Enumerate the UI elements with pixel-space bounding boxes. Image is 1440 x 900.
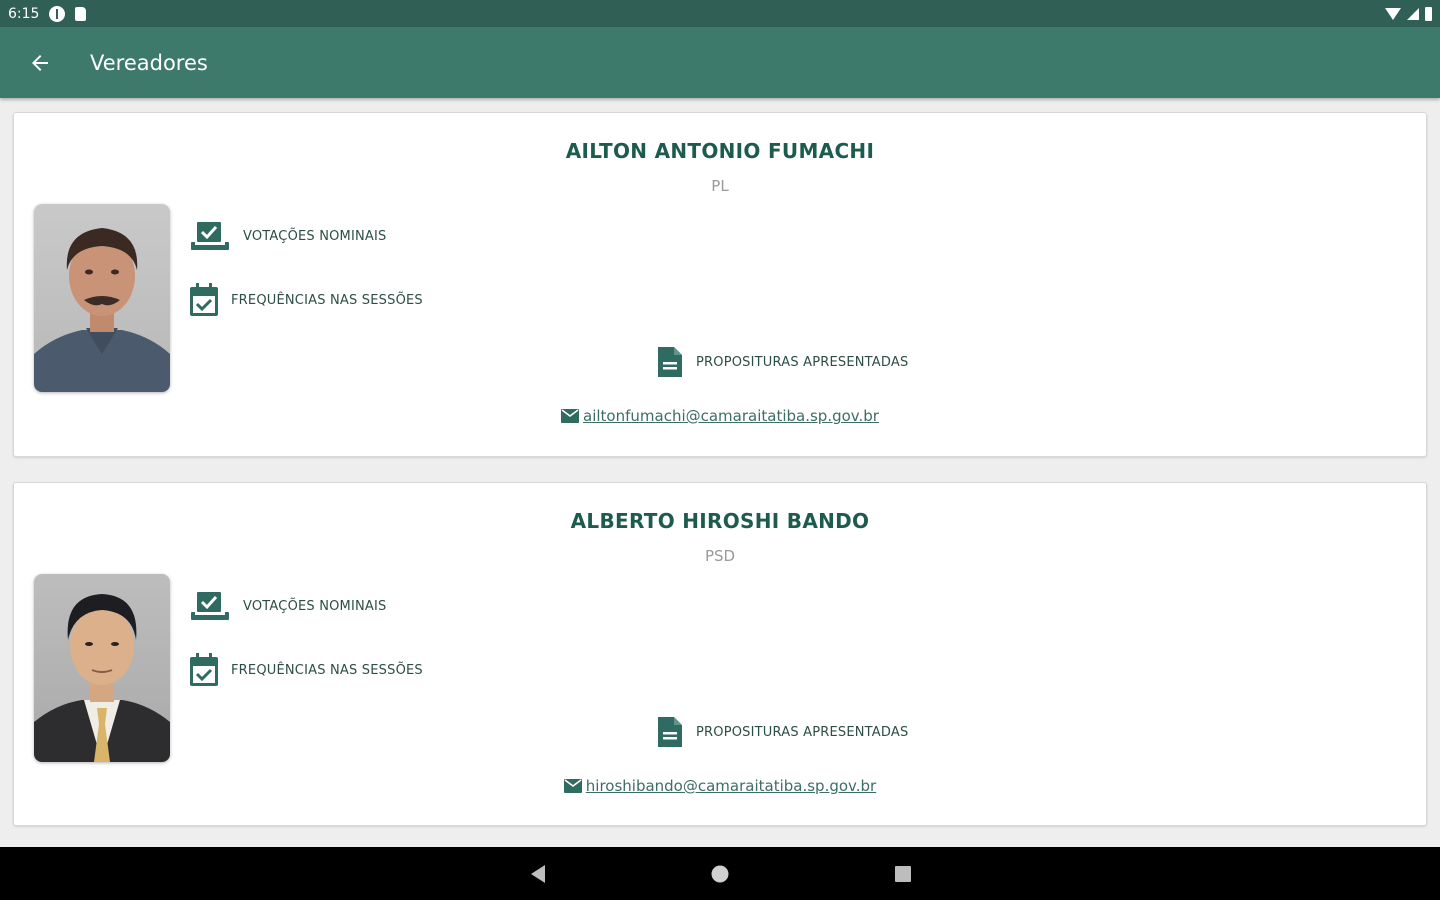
calendar-check-icon xyxy=(190,283,218,316)
councilor-photo xyxy=(34,204,170,392)
proposituras-button[interactable]: PROPOSITURAS APRESENTADAS xyxy=(656,715,908,749)
status-bar: 6:15 xyxy=(0,0,1440,27)
circle-home-icon xyxy=(711,865,729,883)
councilor-name: AILTON ANTONIO FUMACHI xyxy=(565,139,875,163)
proposituras-label: PROPOSITURAS APRESENTADAS xyxy=(696,724,909,740)
battery-icon xyxy=(1425,6,1432,21)
document-icon xyxy=(658,717,682,747)
page-title: Vereadores xyxy=(90,50,208,75)
votacoes-label: VOTAÇÕES NOMINAIS xyxy=(243,228,387,244)
proposituras-label: PROPOSITURAS APRESENTADAS xyxy=(696,354,909,370)
triangle-back-icon xyxy=(531,865,545,883)
frequencias-button[interactable]: FREQUÊNCIAS NAS SESSÕES xyxy=(189,283,423,317)
email-link[interactable]: ailtonfumachi@camaraitatiba.sp.gov.br xyxy=(583,407,879,425)
frequencias-label: FREQUÊNCIAS NAS SESSÕES xyxy=(231,292,423,308)
email-row: ailtonfumachi@camaraitatiba.sp.gov.br xyxy=(14,407,1426,425)
nav-home-button[interactable] xyxy=(705,859,735,889)
wifi-icon xyxy=(1385,7,1401,20)
ballot-box-icon xyxy=(191,222,229,250)
councilor-party: PL xyxy=(711,177,729,195)
email-link[interactable]: hiroshibando@camaraitatiba.sp.gov.br xyxy=(586,777,876,795)
nav-recents-button[interactable] xyxy=(888,859,918,889)
frequencias-button[interactable]: FREQUÊNCIAS NAS SESSÕES xyxy=(189,653,423,687)
envelope-icon xyxy=(561,409,580,423)
email-row: hiroshibando@camaraitatiba.sp.gov.br xyxy=(14,777,1426,795)
votacoes-nominais-button[interactable]: VOTAÇÕES NOMINAIS xyxy=(189,590,387,622)
councilor-name: ALBERTO HIROSHI BANDO xyxy=(570,509,870,533)
councilor-card: ALBERTO HIROSHI BANDO PSD VOTAÇÕES NOMIN… xyxy=(13,482,1427,826)
councilor-party: PSD xyxy=(704,547,736,565)
councilor-list[interactable]: AILTON ANTONIO FUMACHI PL VOTAÇÕES NOMIN… xyxy=(0,98,1440,847)
square-recents-icon xyxy=(895,866,911,882)
frequencias-label: FREQUÊNCIAS NAS SESSÕES xyxy=(231,662,423,678)
ballot-box-icon xyxy=(191,592,229,620)
status-time: 6:15 xyxy=(8,5,40,22)
votacoes-label: VOTAÇÕES NOMINAIS xyxy=(243,598,387,614)
councilor-photo xyxy=(34,574,170,762)
notification-icon xyxy=(49,5,66,22)
votacoes-nominais-button[interactable]: VOTAÇÕES NOMINAIS xyxy=(189,220,387,252)
nav-back-button[interactable] xyxy=(523,859,553,889)
sd-card-icon xyxy=(75,6,87,21)
document-icon xyxy=(658,347,682,377)
arrow-back-icon xyxy=(32,54,48,71)
calendar-check-icon xyxy=(190,653,218,686)
back-button[interactable] xyxy=(12,35,68,91)
councilor-card: AILTON ANTONIO FUMACHI PL VOTAÇÕES NOMIN… xyxy=(13,112,1427,457)
proposituras-button[interactable]: PROPOSITURAS APRESENTADAS xyxy=(656,345,908,379)
navigation-bar xyxy=(0,847,1440,900)
envelope-icon xyxy=(563,779,582,793)
app-bar: Vereadores xyxy=(0,27,1440,98)
signal-icon xyxy=(1407,7,1419,20)
